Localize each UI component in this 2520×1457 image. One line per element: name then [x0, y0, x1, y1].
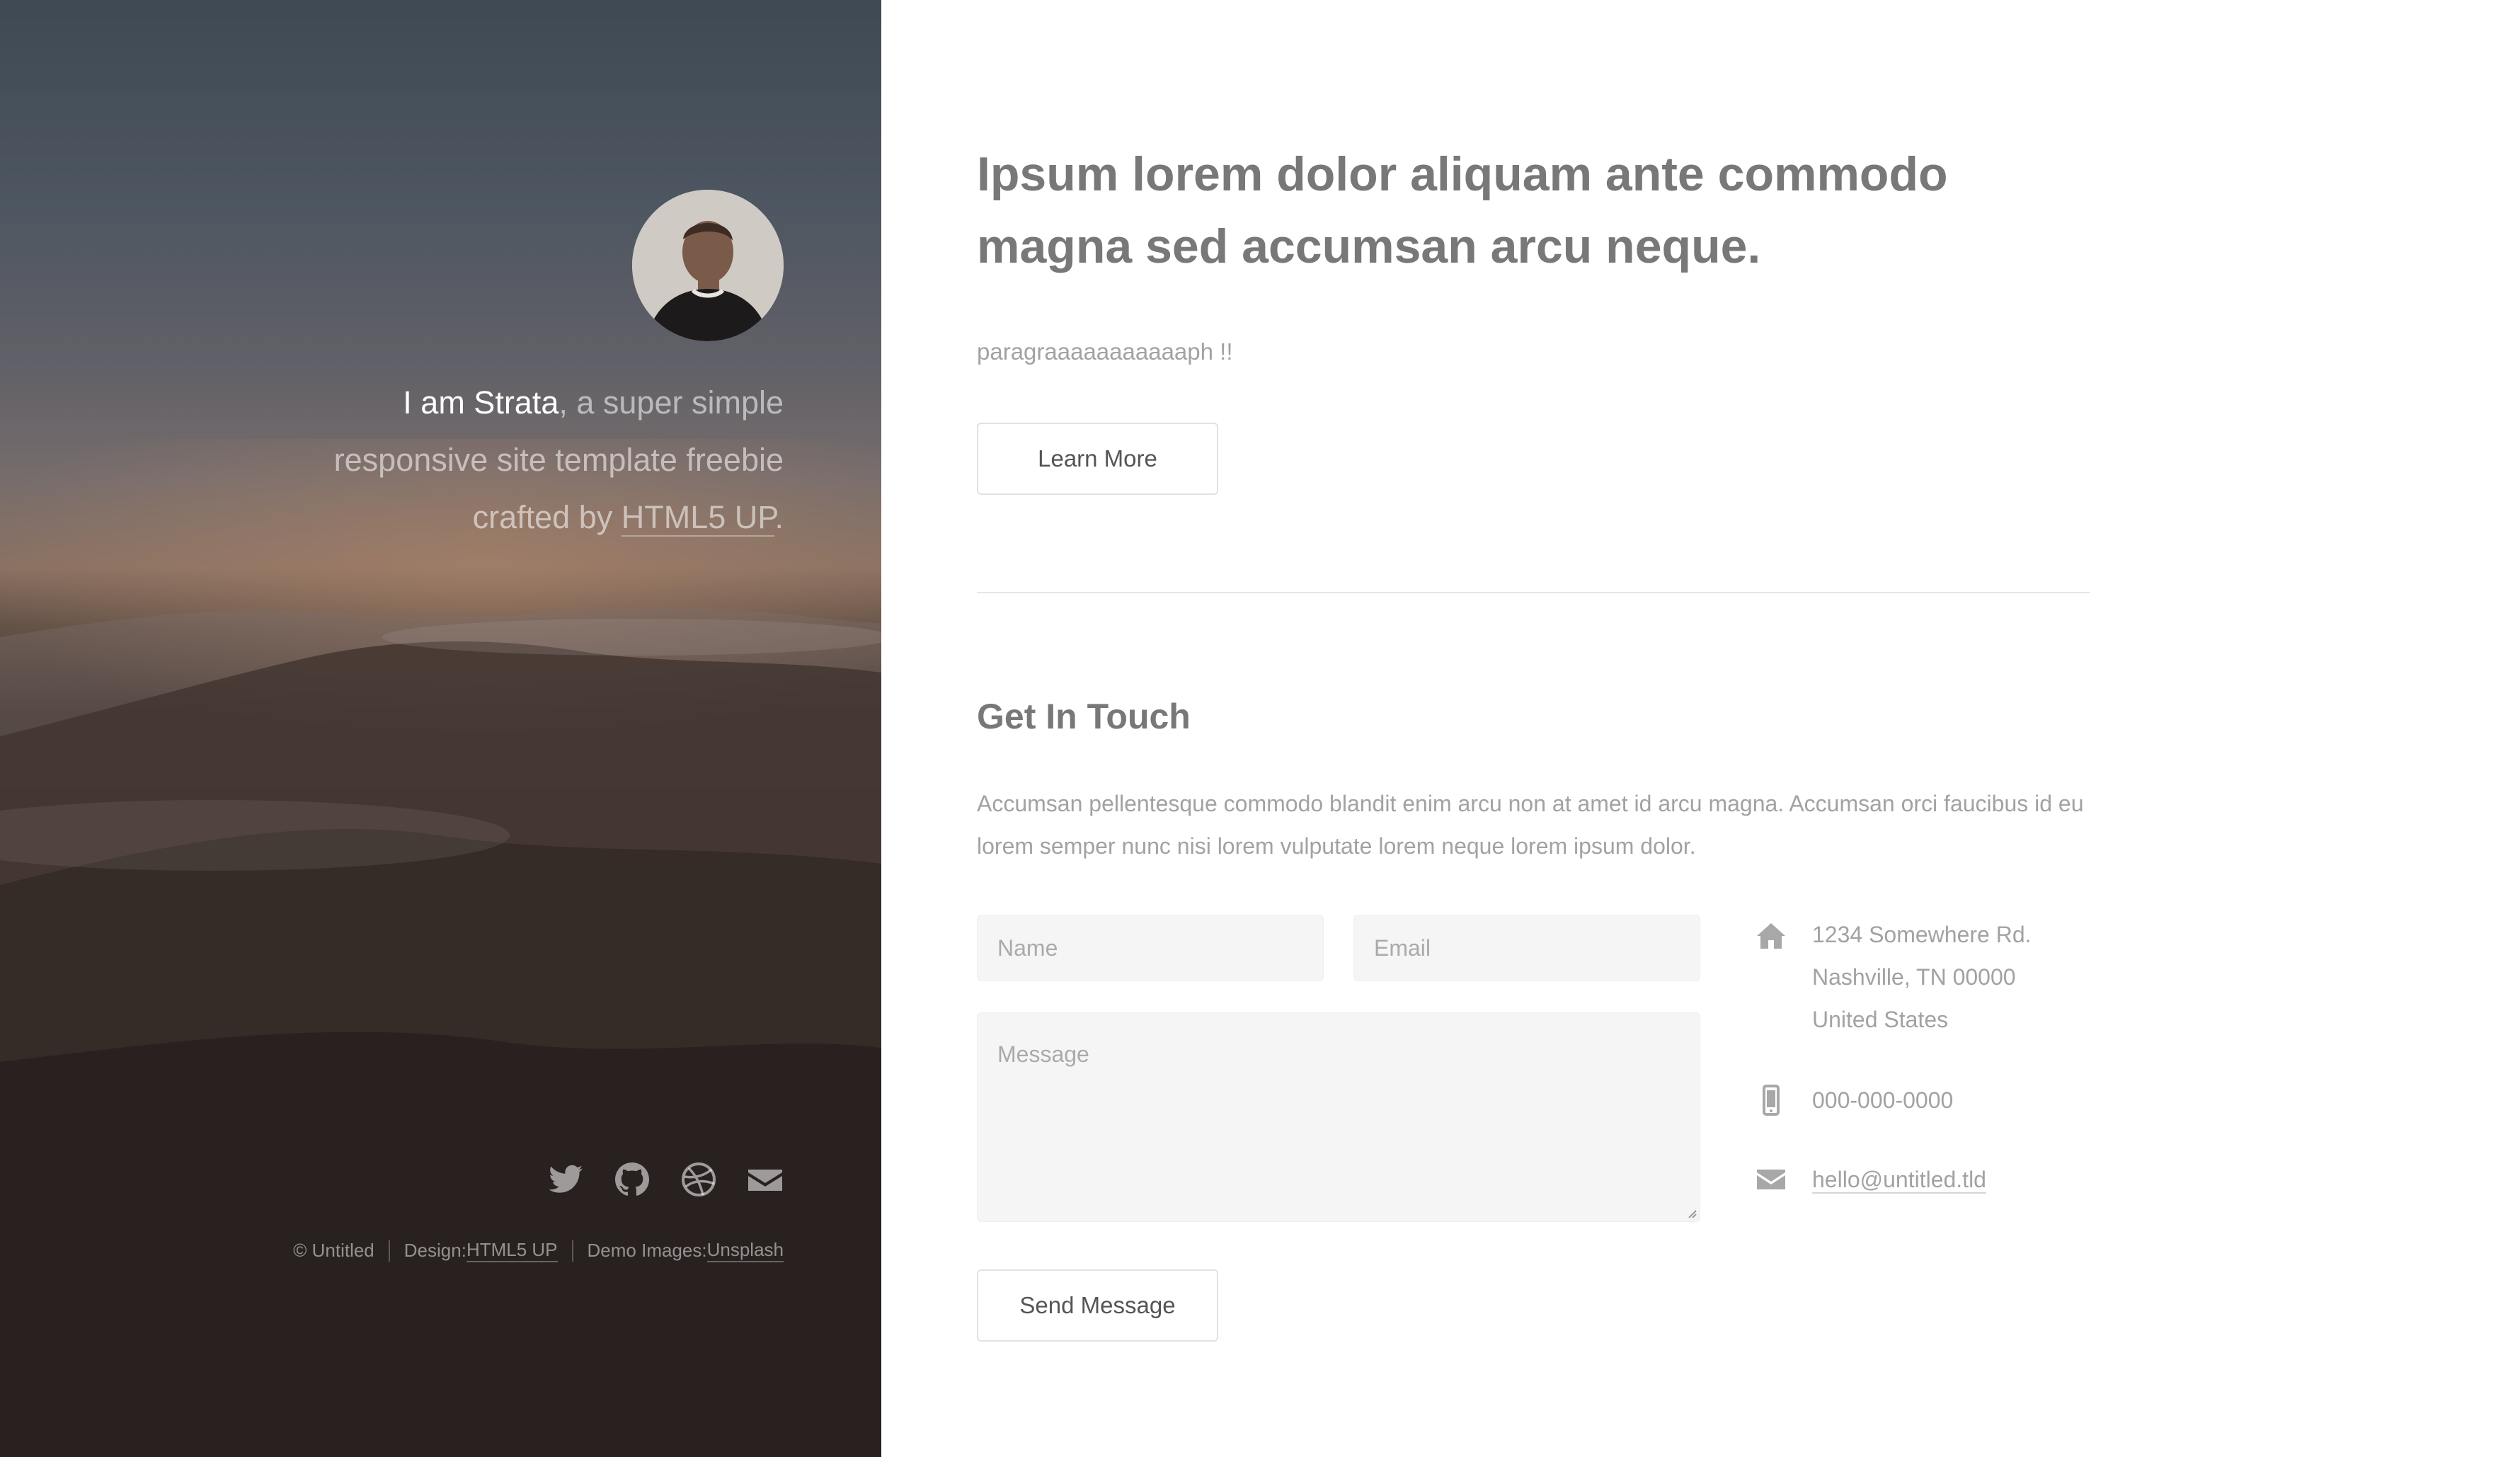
phone-text: 000-000-0000: [1812, 1087, 1954, 1113]
dribbble-icon[interactable]: [680, 1161, 717, 1198]
message-placeholder: Message: [997, 1041, 1089, 1067]
resize-handle-icon[interactable]: [1685, 1207, 1697, 1218]
section-divider: [977, 592, 2090, 593]
email-field[interactable]: Email: [1353, 915, 1700, 981]
contact-description: Accumsan pellentesque commodo blandit en…: [977, 782, 2102, 867]
headline-line-2: magna sed accumsan arcu neque.: [977, 219, 1761, 273]
description-line-1: Accumsan pellentesque commodo blandit en…: [977, 791, 2084, 816]
twitter-icon[interactable]: [547, 1161, 584, 1198]
intro-rest-3: crafted by: [472, 499, 622, 535]
intro-period: .: [774, 499, 784, 535]
main-content: Ipsum lorem dolor aliquam ante commodo m…: [977, 0, 2095, 1457]
intro-rest-2: responsive site template freebie: [333, 442, 784, 478]
copyright: © Untitled Design: HTML5 UP Demo Images:…: [293, 1239, 784, 1262]
home-icon: [1756, 920, 1787, 952]
contact-title: Get In Touch: [977, 697, 1191, 736]
mobile-phone-icon: [1756, 1085, 1787, 1116]
envelope-icon: [1756, 1164, 1787, 1195]
address-line-3: United States: [1812, 1007, 1949, 1032]
learn-more-button[interactable]: Learn More: [977, 423, 1218, 495]
copyright-owner: © Untitled: [293, 1240, 374, 1261]
images-label: Demo Images:: [587, 1240, 707, 1261]
intro-rest-1: , a super simple: [559, 384, 784, 421]
sidebar: I am Strata, a super simple responsive s…: [0, 0, 881, 1457]
copyright-separator: [388, 1240, 390, 1262]
headline-line-1: Ipsum lorem dolor aliquam ante commodo: [977, 147, 1948, 201]
message-field[interactable]: Message: [977, 1012, 1700, 1222]
description-line-2: lorem semper nunc nisi lorem vulputate l…: [977, 833, 1696, 859]
envelope-icon[interactable]: [747, 1161, 784, 1198]
github-icon[interactable]: [614, 1161, 651, 1198]
name-field[interactable]: Name: [977, 915, 1324, 981]
design-label: Design:: [403, 1240, 466, 1261]
intro-html5up-link[interactable]: HTML5 UP: [621, 499, 775, 537]
email-text: hello@untitled.tld: [1812, 1158, 2138, 1201]
address-line-1: 1234 Somewhere Rd.: [1812, 922, 2032, 947]
design-link[interactable]: HTML5 UP: [466, 1239, 558, 1262]
name-placeholder: Name: [997, 935, 1058, 961]
avatar: [632, 190, 784, 341]
social-icons: [547, 1161, 784, 1198]
images-link[interactable]: Unsplash: [706, 1239, 784, 1262]
email-link[interactable]: hello@untitled.tld: [1812, 1167, 1986, 1194]
intro-paragraph: paragraaaaaaaaaaaph !!: [977, 338, 1233, 365]
intro-text: I am Strata, a super simple responsive s…: [246, 374, 784, 546]
email-placeholder: Email: [1374, 935, 1431, 961]
copyright-separator: [571, 1240, 573, 1262]
address-text: 1234 Somewhere Rd. Nashville, TN 00000 U…: [1812, 913, 2138, 1041]
page-title: Ipsum lorem dolor aliquam ante commodo m…: [977, 138, 1954, 282]
send-message-button[interactable]: Send Message: [977, 1269, 1218, 1342]
address-line-2: Nashville, TN 00000: [1812, 964, 2016, 990]
intro-name: I am Strata: [403, 384, 559, 421]
